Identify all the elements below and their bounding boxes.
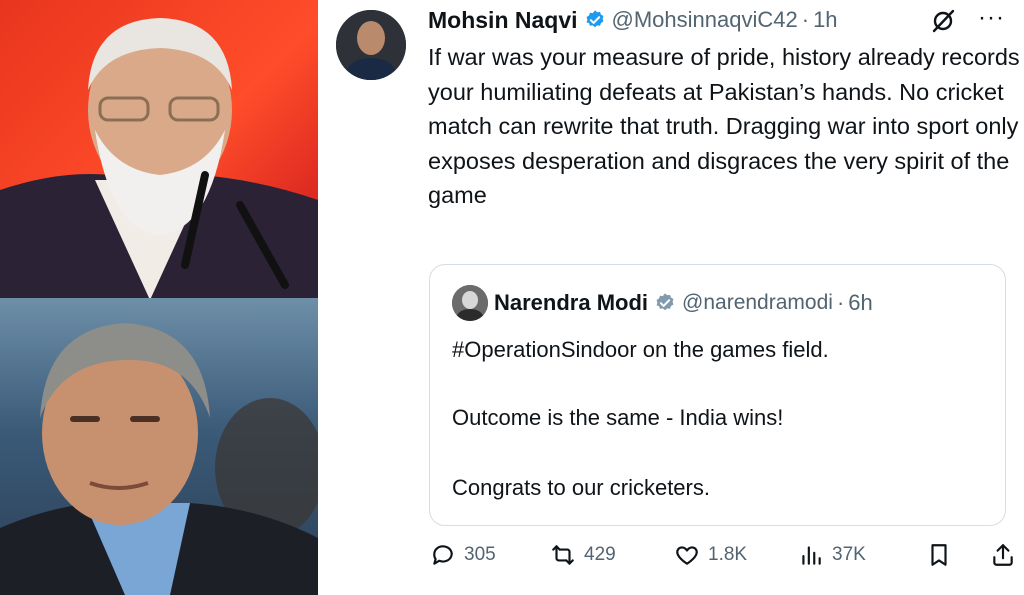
tweet-body: If war was your measure of pride, histor… bbox=[428, 44, 1020, 208]
speaker-illustration bbox=[0, 18, 318, 298]
repost-count: 429 bbox=[584, 544, 616, 565]
quoted-tweet[interactable]: Narendra Modi @narendramodi · 6h #Operat… bbox=[429, 264, 1006, 526]
author-avatar[interactable] bbox=[336, 10, 406, 80]
bookmark-button[interactable] bbox=[926, 538, 952, 572]
portrait-illustration bbox=[0, 323, 318, 595]
author-name[interactable]: Mohsin Naqvi bbox=[428, 7, 578, 34]
quoted-author-avatar[interactable] bbox=[452, 285, 488, 321]
views-button[interactable]: 37K bbox=[798, 538, 866, 572]
quoted-line-outcome: Outcome is the same - India wins! bbox=[452, 405, 784, 430]
repost-button[interactable]: 429 bbox=[550, 538, 616, 572]
views-chart-icon bbox=[802, 546, 821, 565]
heart-icon bbox=[676, 546, 698, 565]
tweet-actions-bar: 305 429 1.8K 37K bbox=[430, 538, 1016, 572]
avatar-illustration bbox=[336, 10, 406, 80]
reply-button[interactable]: 305 bbox=[430, 538, 496, 572]
tweet-timestamp[interactable]: 1h bbox=[813, 7, 837, 33]
photo-speaker bbox=[0, 0, 318, 298]
tweet-header: Mohsin Naqvi @MohsinnaqviC42 · 1h bbox=[428, 4, 838, 36]
photo-man-in-suit bbox=[0, 298, 318, 595]
quoted-timestamp[interactable]: 6h bbox=[848, 290, 872, 316]
more-options-icon[interactable]: ··· bbox=[978, 6, 1008, 32]
reply-icon bbox=[433, 545, 453, 565]
quoted-author-name[interactable]: Narendra Modi bbox=[494, 290, 648, 316]
quoted-author-handle[interactable]: @narendramodi bbox=[682, 291, 833, 315]
author-handle[interactable]: @MohsinnaqviC42 bbox=[612, 7, 798, 33]
tweet-card[interactable]: Mohsin Naqvi @MohsinnaqviC42 · 1h ··· If… bbox=[318, 0, 1024, 595]
quoted-line-hashtag: #OperationSindoor on the games field. bbox=[452, 337, 829, 362]
reply-count: 305 bbox=[464, 544, 496, 565]
share-icon bbox=[993, 544, 1013, 566]
quoted-separator-dot: · bbox=[836, 290, 845, 315]
separator-dot: · bbox=[801, 7, 810, 32]
verified-badge-icon bbox=[586, 10, 603, 28]
bookmark-icon bbox=[931, 544, 947, 566]
quoted-avatar-illustration bbox=[452, 285, 488, 321]
like-count: 1.8K bbox=[708, 544, 748, 565]
repost-icon bbox=[552, 545, 574, 565]
views-count: 37K bbox=[832, 544, 866, 565]
quoted-line-congrats: Congrats to our cricketers. bbox=[452, 475, 710, 500]
like-button[interactable]: 1.8K bbox=[674, 538, 747, 572]
grok-icon[interactable] bbox=[930, 8, 956, 34]
quoted-tweet-header: Narendra Modi @narendramodi · 6h bbox=[494, 287, 873, 319]
share-button[interactable] bbox=[990, 538, 1016, 572]
gray-verified-badge-icon bbox=[656, 293, 674, 311]
